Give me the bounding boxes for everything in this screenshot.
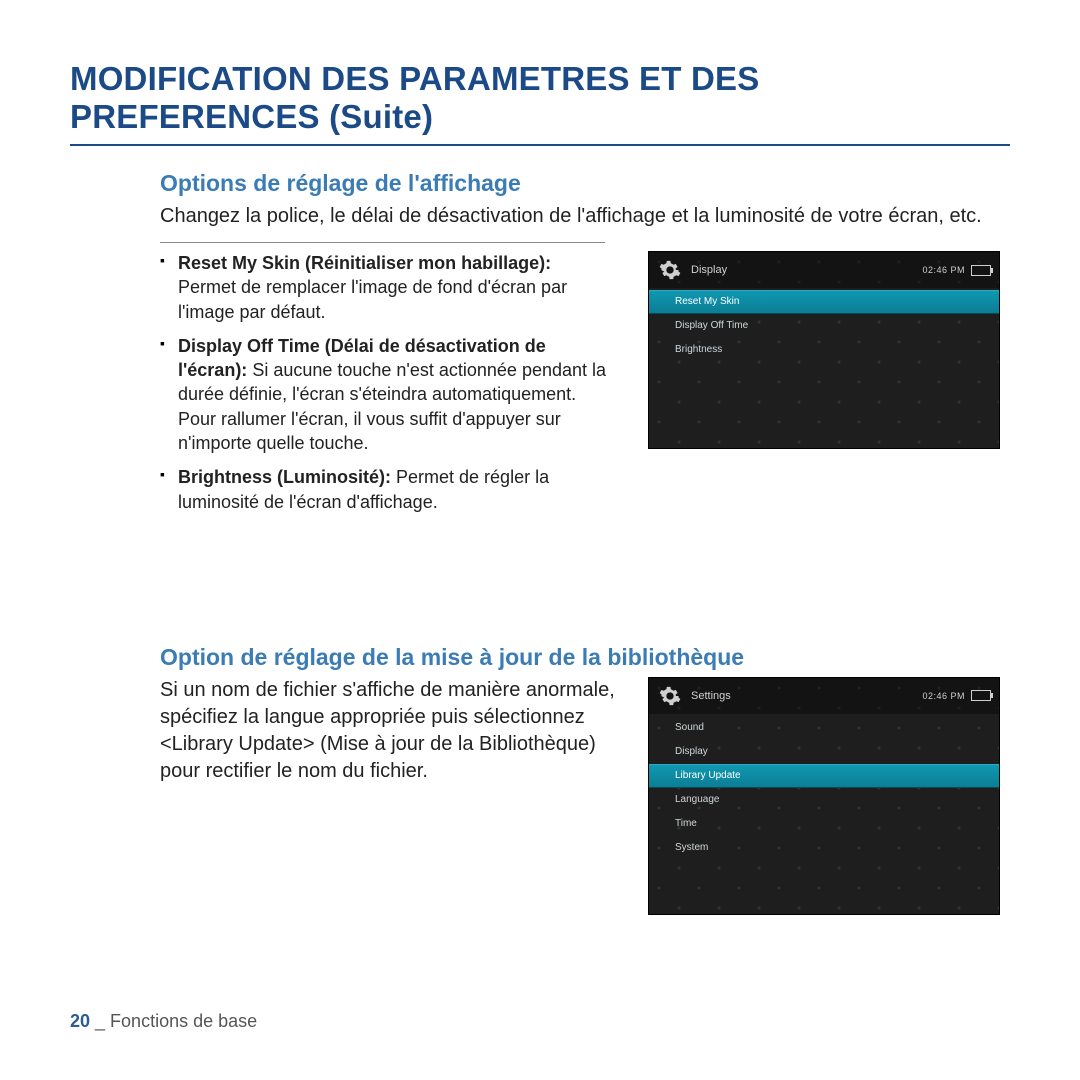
section-heading-display-options: Options de réglage de l'affichage <box>160 170 1000 197</box>
section-heading-library-update: Option de réglage de la mise à jour de l… <box>160 644 1000 671</box>
device-header: Display 02:46 PM <box>649 252 999 288</box>
section-intro-display-options: Changez la police, le délai de désactiva… <box>160 203 1000 230</box>
bullet-text: Permet de remplacer l'image de fond d'éc… <box>178 277 567 321</box>
device-title: Settings <box>691 690 731 702</box>
device-menu-item[interactable]: Language <box>649 788 999 812</box>
list-item: Display Off Time (Délai de désactivation… <box>160 334 608 455</box>
footer-section: Fonctions de base <box>110 1011 257 1031</box>
list-item: Brightness (Luminosité): Permet de régle… <box>160 465 630 514</box>
gear-icon <box>657 257 683 283</box>
page-number: 20 <box>70 1011 90 1031</box>
bullet-bold: Reset My Skin (Réinitialiser mon habilla… <box>178 253 551 273</box>
gear-icon <box>657 683 683 709</box>
section-intro-library-update: Si un nom de fichier s'affiche de manièr… <box>160 677 620 785</box>
bullet-bold: Brightness (Luminosité): <box>178 467 391 487</box>
device-time: 02:46 PM <box>922 265 965 275</box>
device-menu-item[interactable]: Display Off Time <box>649 314 999 338</box>
page-footer: 20 _ Fonctions de base <box>70 1011 257 1032</box>
device-screenshot-settings: Settings 02:46 PM SoundDisplayLibrary Up… <box>648 677 1000 915</box>
device-title: Display <box>691 264 727 276</box>
device-header: Settings 02:46 PM <box>649 678 999 714</box>
battery-icon <box>971 690 991 701</box>
device-time: 02:46 PM <box>922 691 965 701</box>
battery-icon <box>971 265 991 276</box>
device-menu-item[interactable]: Reset My Skin <box>649 290 999 314</box>
device-screenshot-display: Display 02:46 PM Reset My SkinDisplay Of… <box>648 251 1000 449</box>
device-menu-item[interactable]: Display <box>649 740 999 764</box>
footer-separator: _ <box>90 1011 110 1031</box>
page-title: MODIFICATION DES PARAMETRES ET DES PREFE… <box>70 60 1010 146</box>
device-status: 02:46 PM <box>922 265 991 276</box>
device-menu-item[interactable]: Time <box>649 812 999 836</box>
list-item: Reset My Skin (Réinitialiser mon habilla… <box>160 251 608 324</box>
bullet-list-display-options: Reset My Skin (Réinitialiser mon habilla… <box>160 251 630 514</box>
device-menu-item[interactable]: Brightness <box>649 338 999 362</box>
device-menu-item[interactable]: Sound <box>649 716 999 740</box>
device-status: 02:46 PM <box>922 690 991 701</box>
device-menu-item[interactable]: System <box>649 836 999 860</box>
device-menu-list: SoundDisplayLibrary UpdateLanguageTimeSy… <box>649 714 999 862</box>
device-menu-item[interactable]: Library Update <box>649 764 999 788</box>
device-menu-list: Reset My SkinDisplay Off TimeBrightness <box>649 288 999 364</box>
divider <box>160 242 605 243</box>
